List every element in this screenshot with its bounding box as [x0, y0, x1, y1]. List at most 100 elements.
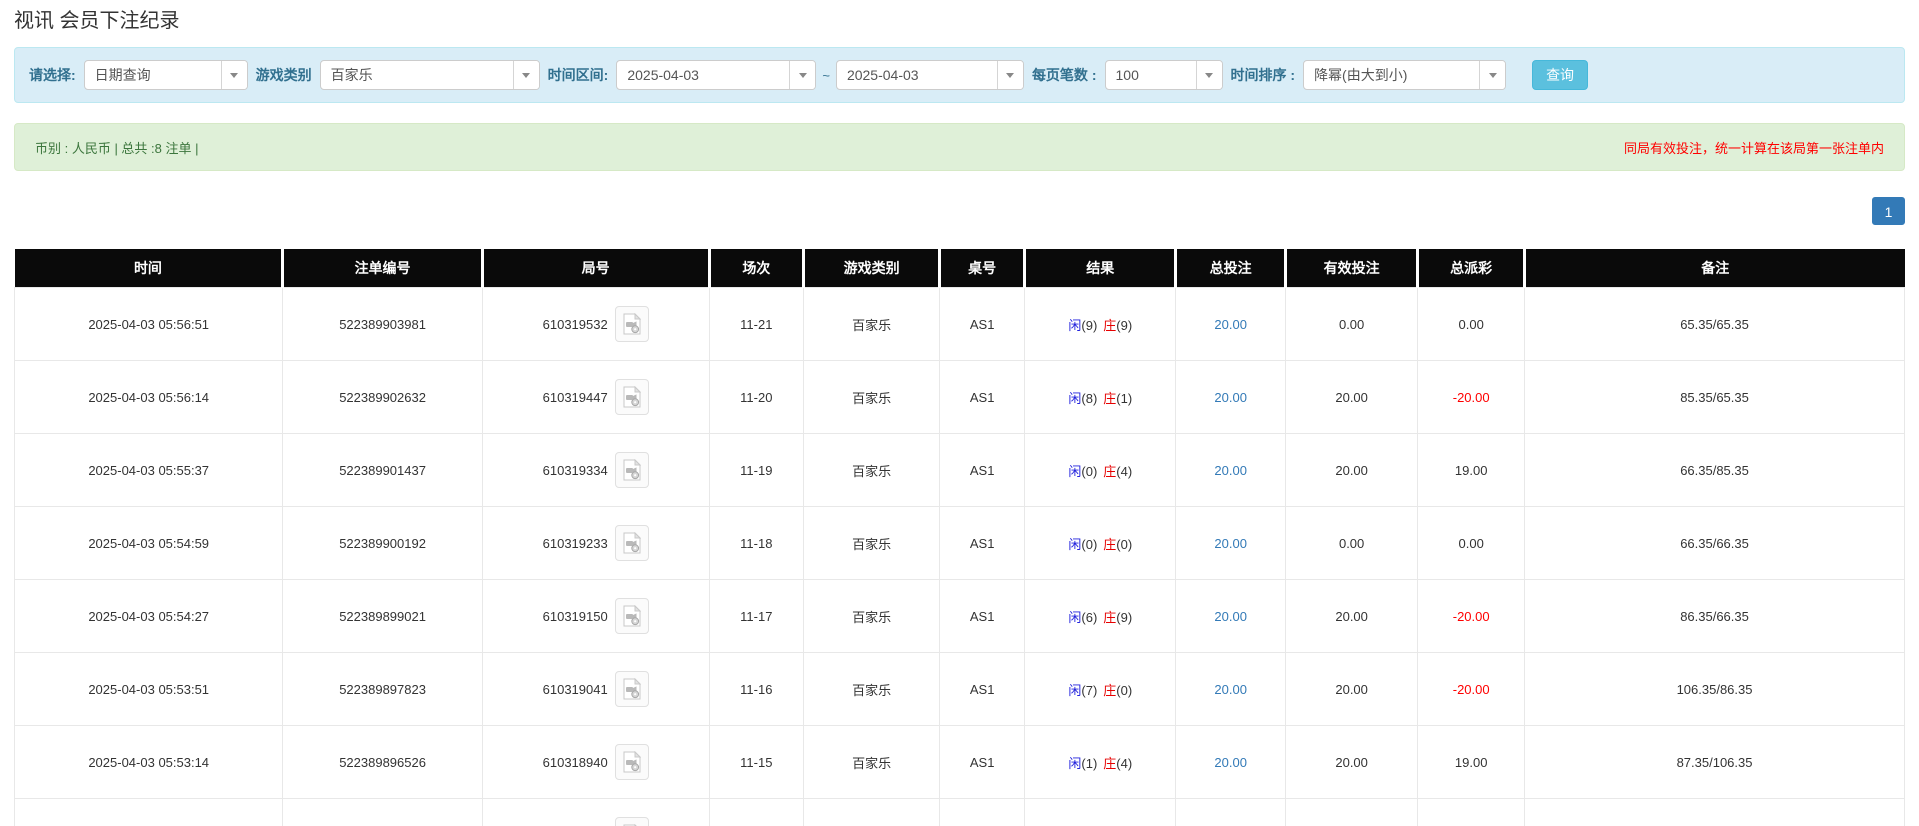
video-replay-button[interactable] — [614, 671, 649, 707]
video-replay-button[interactable] — [614, 525, 649, 561]
table-header: 时间 注单编号 局号 场次 游戏类别 桌号 结果 总投注 有效投注 总派彩 备注 — [14, 249, 1905, 288]
cell-round_id: 610319334 — [481, 433, 710, 507]
search-button[interactable]: 查询 — [1532, 60, 1589, 90]
cell-bet_id: 522389899021 — [282, 579, 483, 653]
player-result-score: (1) — [1081, 755, 1098, 771]
cell-round_id: 610319041 — [481, 652, 710, 726]
total-bet-link[interactable]: 20.00 — [1214, 682, 1247, 697]
cell-total_bet: 20.00 — [1175, 579, 1286, 653]
video-replay-button[interactable] — [614, 306, 649, 342]
col-header-payout: 总派彩 — [1416, 249, 1525, 288]
cell-round_id: 610319447 — [481, 360, 710, 434]
col-header-result: 结果 — [1023, 249, 1176, 288]
cell-bet_id: 522389900192 — [282, 506, 483, 580]
cell-payout: -20.00 — [1417, 652, 1526, 726]
time-sort-value: 降幂(由大到小) — [1314, 67, 1408, 83]
chevron-down-icon — [220, 61, 247, 89]
cell-table_no: AS1 — [939, 798, 1026, 826]
cell-game: 百家乐 — [803, 652, 941, 726]
cell-session: 11-17 — [708, 579, 805, 653]
video-file-icon — [623, 459, 641, 481]
round-id: 610319334 — [542, 462, 608, 478]
page-1-button[interactable]: 1 — [1872, 197, 1905, 225]
table-row: 2025-04-03 05:55:37 522389901437 610319334… — [13, 433, 1905, 507]
col-header-time: 时间 — [14, 249, 283, 288]
date-from-select[interactable]: 2025-04-03 — [616, 60, 817, 90]
video-replay-button[interactable] — [614, 817, 649, 826]
cell-table_no: AS1 — [939, 287, 1026, 361]
date-to-select[interactable]: 2025-04-03 — [835, 60, 1024, 90]
cell-time: 2025-04-03 05:56:14 — [13, 360, 284, 434]
page-size-value: 100 — [1115, 67, 1139, 83]
cell-session: 11-14 — [708, 798, 805, 826]
cell-result: 闲(7) 庄(0) — [1024, 652, 1177, 726]
page-root: 视讯 会员下注纪录 请选择: 日期查询 游戏类别 百家乐 时间区间: 2025-… — [0, 0, 1919, 826]
cell-time: 2025-04-03 05:55:37 — [13, 433, 284, 507]
banker-result-label: 庄 — [1103, 536, 1117, 552]
cell-remark: 107.35/87.35 — [1524, 798, 1905, 826]
cell-valid_bet: 20.00 — [1284, 433, 1419, 507]
cell-valid_bet: 20.00 — [1284, 652, 1419, 726]
total-bet-link[interactable]: 20.00 — [1214, 463, 1247, 478]
banker-result-label: 庄 — [1103, 463, 1117, 479]
cell-session: 11-21 — [708, 287, 805, 361]
col-header-round_id: 局号 — [480, 249, 710, 288]
time-range-label: 时间区间: — [547, 67, 609, 83]
game-type-select[interactable]: 百家乐 — [319, 60, 540, 90]
cell-payout: 19.00 — [1417, 433, 1526, 507]
table-row: 2025-04-03 05:53:14 522389896526 610318940… — [13, 725, 1905, 799]
cell-time: 2025-04-03 05:54:27 — [13, 579, 284, 653]
cell-result: 闲(8) 庄(1) — [1024, 360, 1177, 434]
col-header-remark: 备注 — [1523, 249, 1905, 288]
total-bet-link[interactable]: 20.00 — [1214, 317, 1247, 332]
date-to-value: 2025-04-03 — [846, 67, 919, 83]
col-header-total_bet: 总投注 — [1174, 249, 1286, 288]
query-type-select[interactable]: 日期查询 — [83, 60, 248, 90]
cell-time: 2025-04-03 05:56:51 — [13, 287, 284, 361]
select-type-label: 请选择: — [29, 67, 76, 83]
video-replay-button[interactable] — [614, 452, 649, 488]
game-type-label: 游戏类别 — [255, 67, 312, 83]
cell-result: 闲(8)庄(2) — [1024, 798, 1177, 826]
cell-table_no: AS1 — [939, 725, 1026, 799]
video-replay-button[interactable] — [614, 744, 649, 780]
total-bet-link[interactable]: 20.00 — [1214, 755, 1247, 770]
cell-valid_bet: 20.00 — [1284, 725, 1419, 799]
video-file-icon — [623, 532, 641, 554]
page-size-label: 每页笔数 : — [1031, 67, 1097, 83]
table-row: 2025-04-03 05:54:59 522389900192 610319233… — [13, 506, 1905, 580]
cell-result: 闲(6) 庄(9) — [1024, 579, 1177, 653]
time-sort-select[interactable]: 降幂(由大到小) — [1303, 60, 1507, 90]
banker-result-label: 庄 — [1103, 755, 1117, 771]
total-bet-link[interactable]: 20.00 — [1214, 536, 1247, 551]
cell-payout: -20.00 — [1417, 360, 1526, 434]
cell-game: 百家乐 — [803, 798, 941, 826]
page-size-select[interactable]: 100 — [1104, 60, 1223, 90]
total-bet-link[interactable]: 20.00 — [1214, 609, 1247, 624]
cell-round_id: 610319532 — [481, 287, 710, 361]
table-row: 2025-04-03 05:56:14 522389902632 610319447… — [13, 360, 1905, 434]
cell-result: 闲(1) 庄(4) — [1024, 725, 1177, 799]
cell-game: 百家乐 — [803, 506, 941, 580]
round-id: 610319447 — [542, 389, 608, 405]
cell-result: 闲(0) 庄(4) — [1024, 433, 1177, 507]
video-replay-button[interactable] — [614, 379, 649, 415]
col-header-table_no: 桌号 — [938, 249, 1025, 288]
cell-total_bet: 20.00 — [1175, 287, 1286, 361]
video-replay-button[interactable] — [614, 598, 649, 634]
cell-bet_id: 522389903981 — [282, 287, 483, 361]
round-id: 610319532 — [542, 316, 608, 332]
cell-game: 百家乐 — [803, 433, 941, 507]
bets-table: 时间 注单编号 局号 场次 游戏类别 桌号 结果 总投注 有效投注 总派彩 备注 2025-04-0… — [13, 249, 1905, 826]
col-header-valid_bet: 有效投注 — [1283, 249, 1418, 288]
chevron-down-icon — [512, 61, 539, 89]
video-file-icon — [623, 678, 641, 700]
chevron-down-icon — [789, 61, 816, 89]
cell-game: 百家乐 — [803, 360, 941, 434]
cell-session: 11-15 — [708, 725, 805, 799]
cell-remark: 106.35/86.35 — [1524, 652, 1905, 726]
cell-remark: 66.35/85.35 — [1524, 433, 1905, 507]
col-header-bet_id: 注单编号 — [281, 249, 483, 288]
cell-session: 11-18 — [708, 506, 805, 580]
total-bet-link[interactable]: 20.00 — [1214, 390, 1247, 405]
